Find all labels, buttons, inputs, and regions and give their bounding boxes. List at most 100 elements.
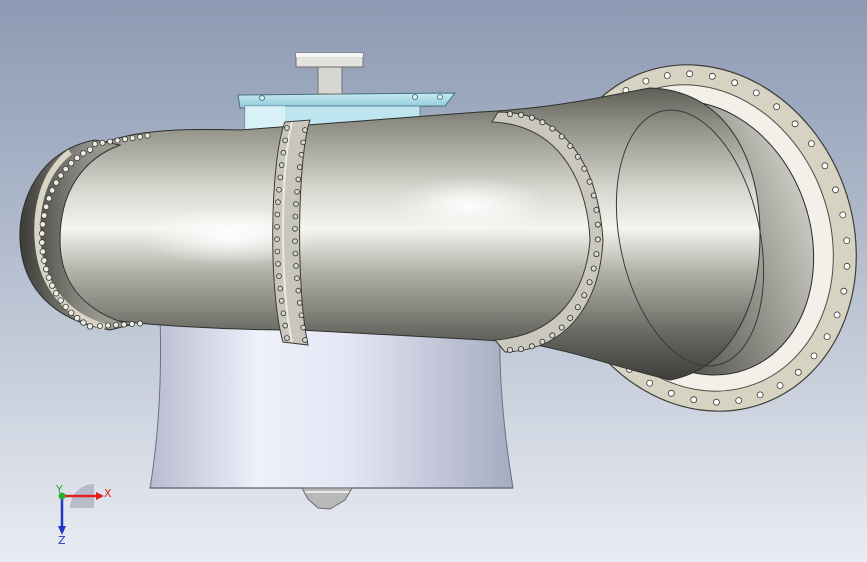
bolt-icon [833,311,841,319]
bolt-icon [294,189,300,195]
bolt-icon [274,248,281,255]
bolt-icon [293,201,299,207]
bolt-icon [53,290,60,297]
bolt-icon [506,111,513,118]
bolt-icon [298,312,305,319]
bolt-icon [506,346,513,353]
bolt-icon [62,303,69,311]
bolt-icon [518,346,525,353]
bolt-icon [282,322,289,329]
bolt-icon [293,263,299,269]
bolt-icon [92,140,99,147]
bolt-icon [821,162,829,170]
bolt-icon [67,309,75,316]
bolt-icon [731,79,739,87]
bolt-icon [275,261,281,267]
cad-model-scene[interactable] [0,0,867,562]
bolt-icon [57,172,64,179]
bolt-icon [567,142,574,149]
bolt-icon [277,174,284,181]
bolt-icon [278,298,285,304]
bolt-icon [590,265,597,272]
bolt-icon [49,187,56,194]
bolt-icon [296,300,303,306]
graphics-viewport[interactable]: X Y Z [0,0,867,562]
bolt-icon [38,239,46,246]
bolt-icon [791,120,799,128]
suction-cone[interactable] [149,314,514,489]
bolt-icon [292,250,299,257]
bolt-icon [43,203,50,210]
bolt-icon [280,149,287,156]
bolt-icon [832,186,839,194]
bolt-icon [528,114,535,121]
bolt-icon [129,134,136,141]
bolt-icon [73,154,81,162]
bolt-icon [528,343,535,350]
bolt-icon [539,338,546,345]
bolt-icon [67,159,75,167]
bolt-icon [274,236,280,243]
bolt-icon [518,111,525,118]
bolt-icon [105,322,112,329]
bolt-icon [284,335,290,341]
bolt-icon [121,321,128,328]
bolt-icon [62,165,69,173]
bolt-icon [735,397,743,404]
bolt-icon [713,398,720,406]
bolt-icon [276,187,282,193]
bolt-icon [302,337,308,343]
bolt-icon [292,226,298,232]
bolt-icon [794,368,802,376]
bolt-icon [275,199,281,205]
bolt-icon [594,221,601,228]
bolt-icon [122,136,129,143]
bolt-icon [300,139,307,146]
bolt-icon [49,282,56,289]
bolt-icon [41,212,48,219]
bolt-icon [39,221,46,228]
bolt-icon [773,103,780,111]
bolt-icon [41,257,48,264]
bolt-icon [586,279,593,286]
bolt-icon [663,72,671,79]
bolt-icon [808,140,815,148]
bolt-icon [282,137,289,144]
bolt-icon [810,352,818,360]
bolt-icon [80,150,87,157]
bolt-icon [690,396,698,404]
bolt-icon [295,287,302,294]
bolt-icon [277,285,284,292]
bolt-icon [73,314,81,322]
bolt-icon [756,391,764,399]
bolt-icon [776,382,784,389]
bolt-icon [57,297,64,304]
bolt-icon [300,324,307,331]
bolt-icon [840,287,848,295]
bolt-icon [558,324,565,331]
bolt-icon [278,162,285,168]
bolt-icon [284,125,290,131]
bolt-icon [823,333,831,341]
bolt-icon [45,195,53,202]
bolt-icon [113,321,120,328]
bolt-icon [549,332,556,339]
bolt-icon [593,206,600,213]
bolt-icon [567,314,574,321]
bolt-icon [558,133,565,140]
bolt-icon [298,151,305,158]
bolt-icon [539,119,546,126]
bolt-icon [686,70,693,78]
bolt-icon [646,379,654,387]
bolt-icon [581,165,588,172]
bolt-icon [86,323,94,330]
bolt-icon [574,304,581,311]
bolt-icon [274,211,281,218]
bolt-icon [667,389,675,397]
bolt-icon [292,238,298,245]
bolt-icon [581,292,588,299]
bolt-icon [295,176,302,183]
bolt-icon [574,153,581,160]
bolt-icon [107,138,114,145]
bolt-icon [292,213,299,220]
